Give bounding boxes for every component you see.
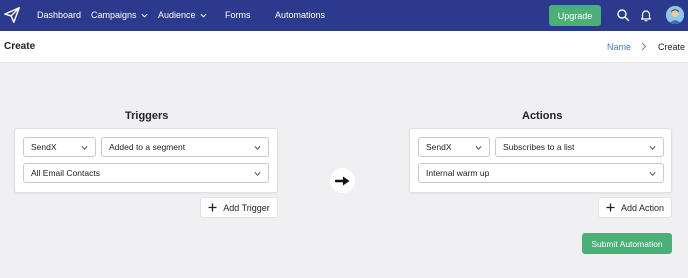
- add-action-label: Add Action: [620, 202, 665, 213]
- breadcrumb-current: Create: [658, 42, 686, 52]
- nav-audience-label: Audience: [158, 10, 196, 20]
- add-trigger-label: Add Trigger: [223, 202, 270, 213]
- chevron-down-icon: [254, 171, 261, 177]
- trigger-event-select[interactable]: Added to a segment: [101, 137, 269, 157]
- trigger-provider-select[interactable]: SendX: [23, 137, 96, 157]
- action-provider-select[interactable]: SendX: [418, 137, 490, 157]
- nav-dashboard[interactable]: Dashboard: [37, 10, 81, 20]
- chevron-down-icon: [141, 13, 148, 18]
- triggers-title: Triggers: [125, 110, 169, 122]
- nav-forms-label: Forms: [225, 10, 251, 20]
- nav-automations[interactable]: Automations: [275, 10, 325, 20]
- add-trigger-button[interactable]: Add Trigger: [200, 197, 278, 218]
- paper-plane-logo-icon[interactable]: [3, 6, 21, 24]
- bell-icon[interactable]: [639, 8, 653, 22]
- submit-automation-button[interactable]: Submit Automation: [582, 233, 672, 254]
- arrow-right-icon: [334, 176, 349, 185]
- nav-dashboard-label: Dashboard: [37, 10, 82, 20]
- action-list-value: Internal warm up: [426, 168, 490, 178]
- trigger-provider-value: SendX: [31, 142, 57, 152]
- chevron-down-icon: [254, 145, 261, 151]
- actions-card: SendX Subscribes to a list Internal warm…: [409, 128, 672, 193]
- triggers-card: SendX Added to a segment All Email Conta…: [14, 128, 278, 193]
- upgrade-button[interactable]: Upgrade: [549, 5, 601, 26]
- chevron-down-icon: [649, 145, 656, 151]
- nav-campaigns-label: Campaigns: [91, 10, 137, 20]
- chevron-down-icon: [200, 13, 207, 18]
- action-type-select[interactable]: Subscribes to a list: [495, 137, 664, 157]
- trigger-event-value: Added to a segment: [109, 142, 186, 152]
- trigger-segment-value: All Email Contacts: [31, 168, 100, 178]
- plus-icon: [208, 203, 217, 212]
- top-navbar: Dashboard Campaigns Audience Forms Autom…: [0, 0, 688, 31]
- chevron-down-icon: [649, 171, 656, 177]
- breadcrumb-name-link[interactable]: Name: [607, 42, 631, 52]
- nav-forms[interactable]: Forms: [225, 10, 251, 20]
- chevron-down-icon: [81, 145, 88, 151]
- user-avatar-icon: [666, 6, 684, 24]
- page-header: Create Name Create: [0, 31, 688, 63]
- actions-title: Actions: [522, 110, 563, 122]
- nav-campaigns[interactable]: Campaigns: [91, 10, 148, 20]
- search-icon[interactable]: [616, 8, 630, 22]
- chevron-down-icon: [475, 145, 482, 151]
- page-title: Create: [4, 41, 36, 52]
- avatar[interactable]: [666, 6, 684, 24]
- plus-icon: [606, 203, 615, 212]
- trigger-segment-select[interactable]: All Email Contacts: [23, 163, 269, 183]
- nav-automations-label: Automations: [275, 10, 326, 20]
- action-type-value: Subscribes to a list: [503, 142, 575, 152]
- flow-arrow: [330, 168, 355, 193]
- add-action-button[interactable]: Add Action: [598, 197, 672, 218]
- nav-audience[interactable]: Audience: [158, 10, 207, 20]
- action-provider-value: SendX: [426, 142, 452, 152]
- chevron-right-icon: [641, 42, 647, 51]
- action-list-select[interactable]: Internal warm up: [418, 163, 664, 183]
